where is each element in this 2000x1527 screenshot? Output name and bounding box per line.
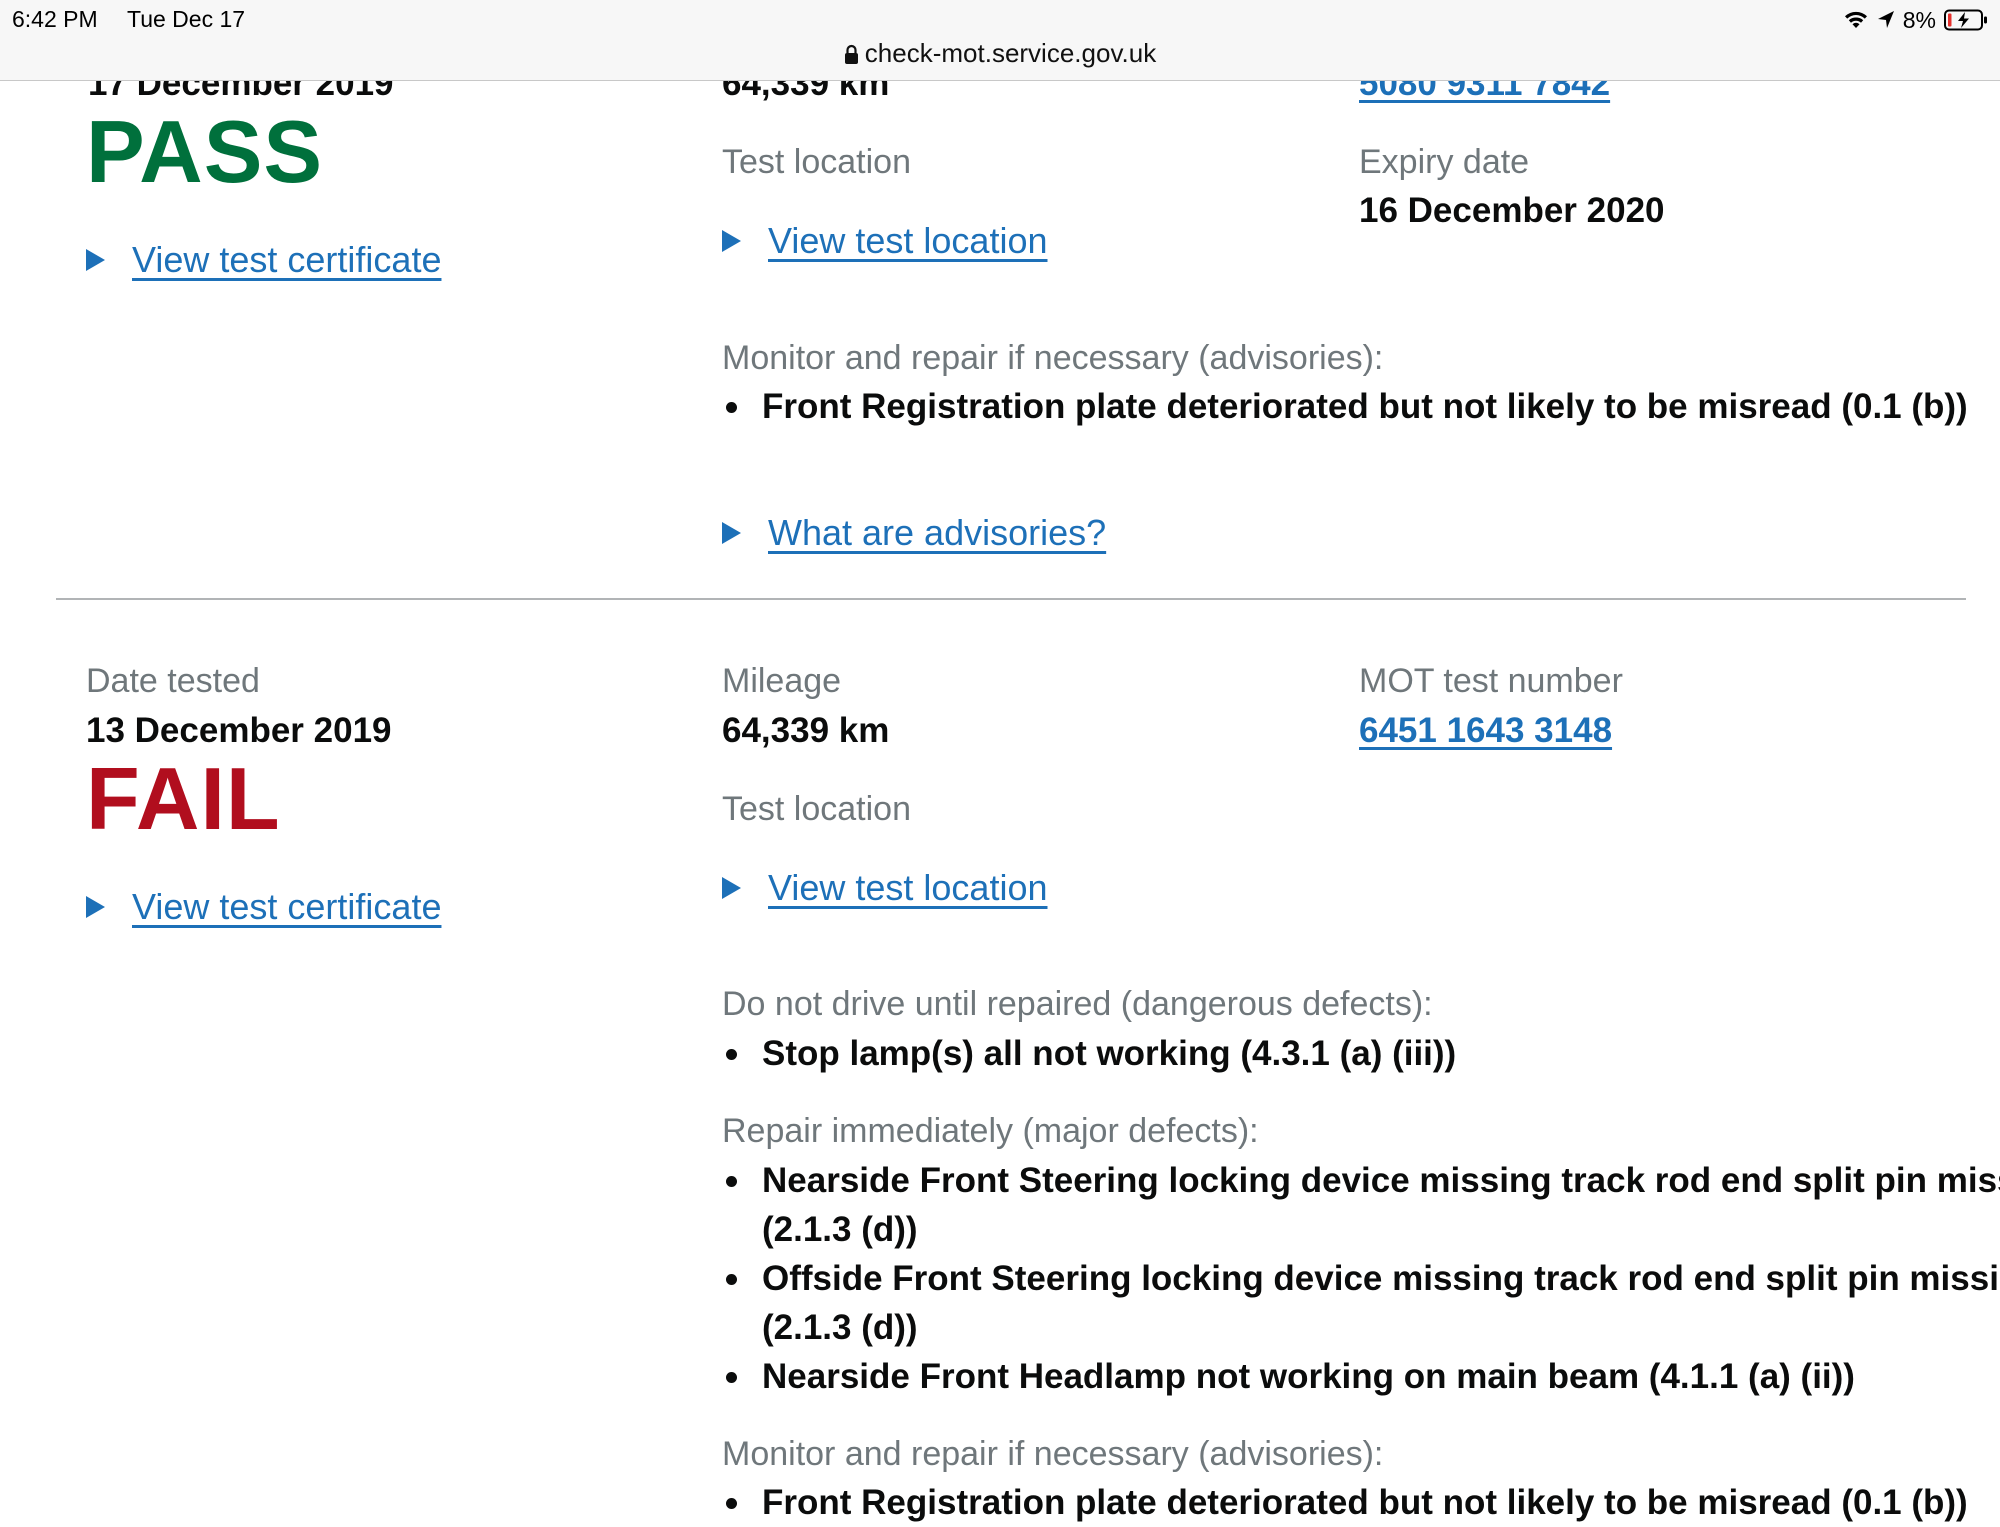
what-are-advisories-link[interactable]: What are advisories? [768,511,1106,555]
status-time: 6:42 PM [12,6,98,32]
status-indicators: 8% [1843,6,1988,34]
test-location-label: Test location [722,143,911,181]
advisories-heading: Monitor and repair if necessary (advisor… [722,339,1384,377]
list-item: Nearside Front Headlamp not working on m… [722,1352,2000,1401]
major-defects-heading: Repair immediately (major defects): [722,1112,1259,1150]
test-result-fail: FAIL [86,749,281,848]
expand-triangle-icon [722,230,741,252]
advisories-list: Front Registration plate deteriorated bu… [722,1478,2000,1527]
battery-charging-icon [1944,9,1988,31]
what-are-advisories-toggle[interactable]: What are advisories? [722,511,1106,555]
test-location-label: Test location [722,790,911,828]
dangerous-defects-list: Stop lamp(s) all not working (4.3.1 (a) … [722,1029,2000,1078]
list-item: Stop lamp(s) all not working (4.3.1 (a) … [722,1029,2000,1078]
list-item: Nearside Front Steering locking device m… [722,1156,2000,1254]
battery-percent: 8% [1902,6,1936,33]
section-divider [56,598,1966,600]
view-test-location-toggle[interactable]: View test location [722,219,1048,263]
expiry-date-value: 16 December 2020 [1359,191,1665,230]
mot-test-number-link[interactable]: 6451 1643 3148 [1359,711,1612,751]
view-test-certificate-link[interactable]: View test certificate [132,238,441,282]
url-text: check-mot.service.gov.uk [864,38,1157,68]
list-item: Front Registration plate deteriorated bu… [722,1478,2000,1527]
date-tested-label: Date tested [86,662,260,700]
view-test-location-toggle[interactable]: View test location [722,866,1048,910]
list-item: Front Registration plate deteriorated bu… [722,382,2000,431]
advisories-list: Front Registration plate deteriorated bu… [722,382,2000,431]
view-test-certificate-link[interactable]: View test certificate [132,885,441,929]
major-defects-list: Nearside Front Steering locking device m… [722,1156,2000,1401]
view-test-certificate-toggle[interactable]: View test certificate [86,885,441,929]
expiry-date-label: Expiry date [1359,143,1530,181]
view-test-location-link[interactable]: View test location [768,866,1048,910]
view-test-location-link[interactable]: View test location [768,219,1048,263]
status-date: Tue Dec 17 [127,6,246,32]
expand-triangle-icon [722,877,741,899]
mot-history-page: 17 December 2019 PASS View test certific… [0,0,2000,1522]
expand-triangle-icon [86,896,105,918]
advisories-heading: Monitor and repair if necessary (advisor… [722,1435,1384,1473]
address-bar[interactable]: check-mot.service.gov.uk [0,38,2000,72]
test-date: 13 December 2019 [86,711,392,750]
lock-icon [844,41,859,72]
view-test-certificate-toggle[interactable]: View test certificate [86,238,441,282]
expand-triangle-icon [86,249,105,271]
location-arrow-icon [1877,10,1895,30]
dangerous-defects-heading: Do not drive until repaired (dangerous d… [722,985,1433,1023]
mot-test-number-label: MOT test number [1359,662,1623,700]
browser-top-bar: 6:42 PM Tue Dec 17 8% check-mot.service.… [0,0,2000,81]
wifi-icon [1843,10,1869,30]
mileage-value: 64,339 km [722,711,890,750]
test-result-pass: PASS [86,102,324,201]
list-item: Offside Front Steering locking device mi… [722,1254,2000,1352]
expand-triangle-icon [722,522,741,544]
mileage-label: Mileage [722,662,842,700]
